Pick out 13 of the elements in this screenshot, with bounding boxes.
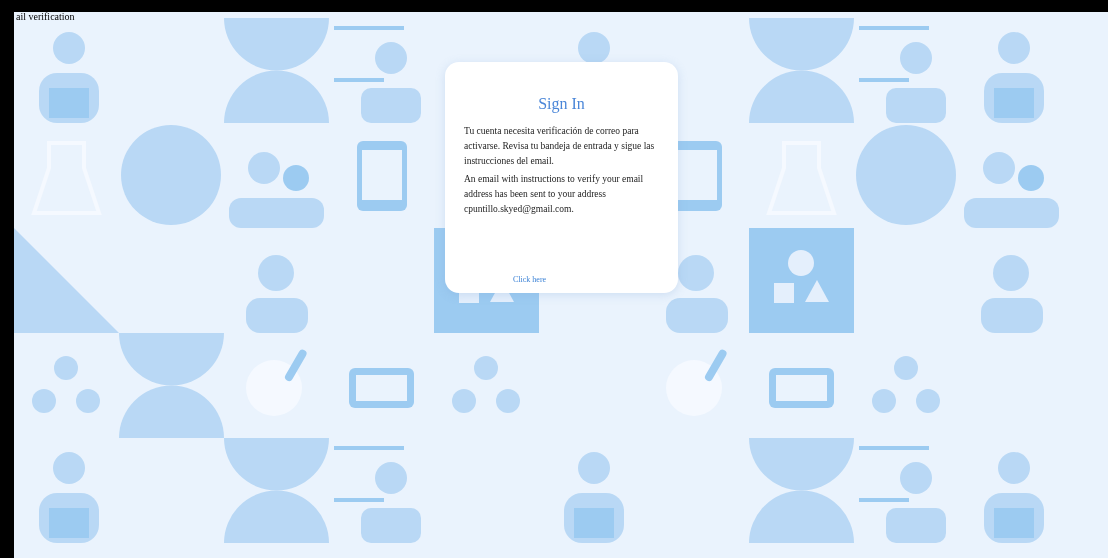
message-text: Tu cuenta necesita verificación de correo para activarse. Revisa tu bandeja de entrada y sigue las instrucciones del email. [464,125,656,168]
dots-illustration-drawing [32,356,100,413]
palette-illustration-drawing [666,348,728,416]
keypad-illustration-drawing [769,368,834,408]
card-title: Sign In [537,94,586,114]
palette-illustration-drawing [246,348,308,416]
keypad-illustration-drawing [349,368,414,408]
dots-illustration-drawing [872,356,940,413]
tablet-illustration-drawing [357,141,407,211]
click-here-link[interactable]: Click here [513,275,547,284]
dots-illustration-drawing [452,356,520,413]
message-text: An email with instructions to verify your email address has been sent to your address cpuntillo.skyed@gmail.com. [464,173,645,216]
page-title: ail verification [16,12,75,22]
